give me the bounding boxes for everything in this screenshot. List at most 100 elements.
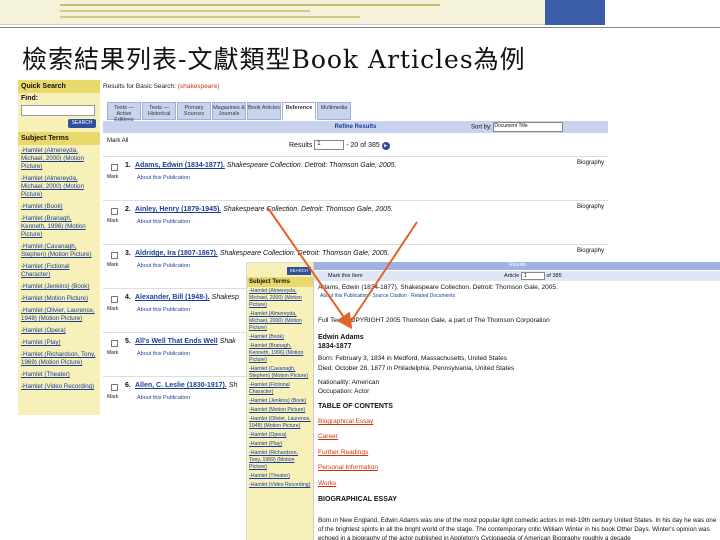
nationality-fact: Nationality: American: [318, 379, 380, 386]
result-title-link[interactable]: Aldridge, Ira (1807-1867).: [135, 250, 218, 257]
result-row: Mark 2. Ainley, Henry (1879-1945). Shake…: [103, 200, 608, 244]
mark-label: Mark: [107, 218, 119, 224]
subject-term-list: -Hamlet (Almereyda, Michael, 2000) (Moti…: [18, 145, 100, 393]
about-publication-link[interactable]: About this Publication: [137, 175, 190, 181]
subject-term[interactable]: -Hamlet (Jenkins) (Book): [18, 281, 100, 293]
results-label: Results: [289, 141, 313, 149]
quick-search-sidebar: Quick Search Find: SEARCH Subject Terms …: [18, 80, 100, 415]
toc-link[interactable]: Biographical Essay: [318, 418, 373, 425]
died-fact: Died: October 28, 1877 in Philadelphia, …: [318, 365, 515, 372]
mark-all-label: Mark All: [107, 138, 129, 144]
results-from-input[interactable]: 1: [314, 140, 345, 150]
subject-term[interactable]: -Hamlet (Branagh, Kenneth, 1996) (Motion…: [18, 213, 100, 241]
result-title-link[interactable]: Adams, Edwin (1834-1877).: [135, 162, 225, 169]
mark-checkbox[interactable]: [111, 208, 118, 215]
toc-link[interactable]: Further Readings: [318, 449, 368, 456]
subject-term[interactable]: -Hamlet (Motion Picture): [18, 293, 100, 305]
tab-texts-active[interactable]: Texts — Active Editions: [107, 102, 141, 123]
quick-search-heading: Quick Search: [18, 80, 100, 93]
result-title-link[interactable]: Alexander, Bill (1948-).: [135, 294, 210, 301]
toc-heading: TABLE OF CONTENTS: [318, 403, 393, 410]
subject-term[interactable]: -Hamlet (Video Recording): [247, 481, 313, 490]
mark-label: Mark: [107, 174, 119, 180]
about-publication-link[interactable]: About this Publication: [137, 263, 190, 269]
subject-term[interactable]: -Hamlet (Almereyda, Michael, 2000) (Moti…: [18, 173, 100, 201]
about-publication-link[interactable]: About this Publication: [137, 307, 190, 313]
refine-results-link[interactable]: Refine Results: [335, 124, 377, 130]
previous-slide-thumbnail: [0, 0, 545, 25]
mark-item-link[interactable]: Mark this Item: [328, 273, 363, 279]
toc-link[interactable]: Works: [318, 480, 336, 487]
result-number: 2.: [125, 206, 131, 213]
results-pager: Results 1 - 20 of 385 ►: [289, 140, 390, 150]
mark-checkbox[interactable]: [111, 252, 118, 259]
result-number: 6.: [125, 382, 131, 389]
detail-sub-links[interactable]: About this Publication · Source Citation…: [320, 293, 455, 299]
subject-term[interactable]: -Hamlet (Video Recording): [18, 381, 100, 393]
about-publication-link[interactable]: About this Publication: [137, 219, 190, 225]
result-title-link[interactable]: All's Well That Ends Well: [135, 338, 218, 345]
next-page-icon[interactable]: ►: [381, 141, 390, 150]
mark-checkbox[interactable]: [111, 164, 118, 171]
tab-multimedia[interactable]: Multimedia: [317, 102, 351, 120]
detail-sidebar: SEARCH Subject Terms -Hamlet (Almereyda,…: [246, 262, 314, 540]
result-number: 1.: [125, 162, 131, 169]
document-type-tabs: Texts — Active Editions Texts — Historic…: [107, 102, 352, 123]
detail-results-bar[interactable]: Results: [314, 262, 720, 270]
subject-term[interactable]: -Hamlet (Theater): [18, 369, 100, 381]
about-publication-link[interactable]: About this Publication: [137, 351, 190, 357]
find-input[interactable]: [21, 105, 95, 116]
mark-checkbox[interactable]: [111, 384, 118, 391]
occupation-fact: Occupation: Actor: [318, 388, 370, 395]
sort-select[interactable]: Document Title: [493, 122, 564, 132]
tab-primary-sources[interactable]: Primary Sources: [177, 102, 211, 120]
article-number-input[interactable]: 1: [520, 272, 545, 280]
subject-term[interactable]: -Hamlet (Almereyda, Michael, 2000) (Moti…: [247, 287, 313, 310]
article-pager: Article 1 of 385: [504, 272, 562, 280]
results-total: of 385: [360, 141, 380, 149]
subject-term[interactable]: -Hamlet (Theater): [247, 472, 313, 481]
result-title-link[interactable]: Allen, C. Leslie (1830-1917).: [135, 382, 227, 389]
toc-link[interactable]: Career: [318, 433, 338, 440]
mark-all[interactable]: Mark All: [107, 138, 128, 144]
tab-book-articles[interactable]: Book Articles: [247, 102, 281, 120]
tab-magazines-journals[interactable]: Magazines & Journals: [212, 102, 246, 120]
result-number: 4.: [125, 294, 131, 301]
mark-checkbox[interactable]: [111, 296, 118, 303]
find-label: Find:: [21, 95, 39, 102]
subject-term[interactable]: -Hamlet (Olivier, Laurence, 1948) (Motio…: [247, 415, 313, 431]
search-button[interactable]: SEARCH: [68, 119, 96, 128]
subject-term[interactable]: -Hamlet (Almereyda, Michael, 2000) (Moti…: [247, 310, 313, 333]
subject-term[interactable]: -Hamlet (Play): [247, 440, 313, 449]
subject-term[interactable]: -Hamlet (Book): [18, 201, 100, 213]
subject-term[interactable]: -Hamlet (Cavanagh, Stephen) (Motion Pict…: [247, 365, 313, 381]
about-publication-link[interactable]: About this Publication: [137, 395, 190, 401]
result-citation: Shakesp: [211, 294, 239, 301]
result-title-link[interactable]: Ainley, Henry (1879-1945).: [135, 206, 221, 213]
search-query: (shakespeare): [177, 83, 220, 90]
subject-term[interactable]: -Hamlet (Opera): [18, 325, 100, 337]
subject-term[interactable]: -Hamlet (Fictional Character): [18, 261, 100, 281]
results-header: Results for Basic Search: (shakespeare): [103, 83, 219, 90]
subject-term[interactable]: -Hamlet (Branagh, Kenneth, 1996) (Motion…: [247, 342, 313, 365]
detail-search-button[interactable]: SEARCH: [287, 267, 311, 275]
subject-term[interactable]: -Hamlet (Fictional Character): [247, 381, 313, 397]
subject-term[interactable]: -Hamlet (Richardson, Tony, 1969) (Motion…: [247, 449, 313, 472]
subject-term[interactable]: -Hamlet (Jenkins) (Book): [247, 397, 313, 406]
subject-name-text: Edwin Adams: [318, 334, 364, 341]
subject-term[interactable]: -Hamlet (Olivier, Laurence, 1948) (Motio…: [18, 305, 100, 325]
subject-term[interactable]: -Hamlet (Book): [247, 333, 313, 342]
subject-term[interactable]: -Hamlet (Motion Picture): [247, 406, 313, 415]
subject-term[interactable]: -Hamlet (Richardson, Tony, 1969) (Motion…: [18, 349, 100, 369]
toc-link[interactable]: Personal Information: [318, 464, 378, 471]
essay-paragraph: Born in New England, Edwin Adams was one…: [318, 517, 717, 540]
subject-term[interactable]: -Hamlet (Cavanagh, Stephen) (Motion Pict…: [18, 241, 100, 261]
subject-term[interactable]: -Hamlet (Play): [18, 337, 100, 349]
subject-term[interactable]: -Hamlet (Opera): [247, 431, 313, 440]
tab-texts-historical[interactable]: Texts — Historical: [142, 102, 176, 120]
subject-term[interactable]: -Hamlet (Almereyda, Michael, 2000) (Moti…: [18, 145, 100, 173]
tab-reference[interactable]: Reference: [282, 102, 316, 120]
mark-checkbox[interactable]: [111, 340, 118, 347]
result-number: 5.: [125, 338, 131, 345]
subject-name: Edwin Adams 1834-1877: [318, 333, 364, 351]
